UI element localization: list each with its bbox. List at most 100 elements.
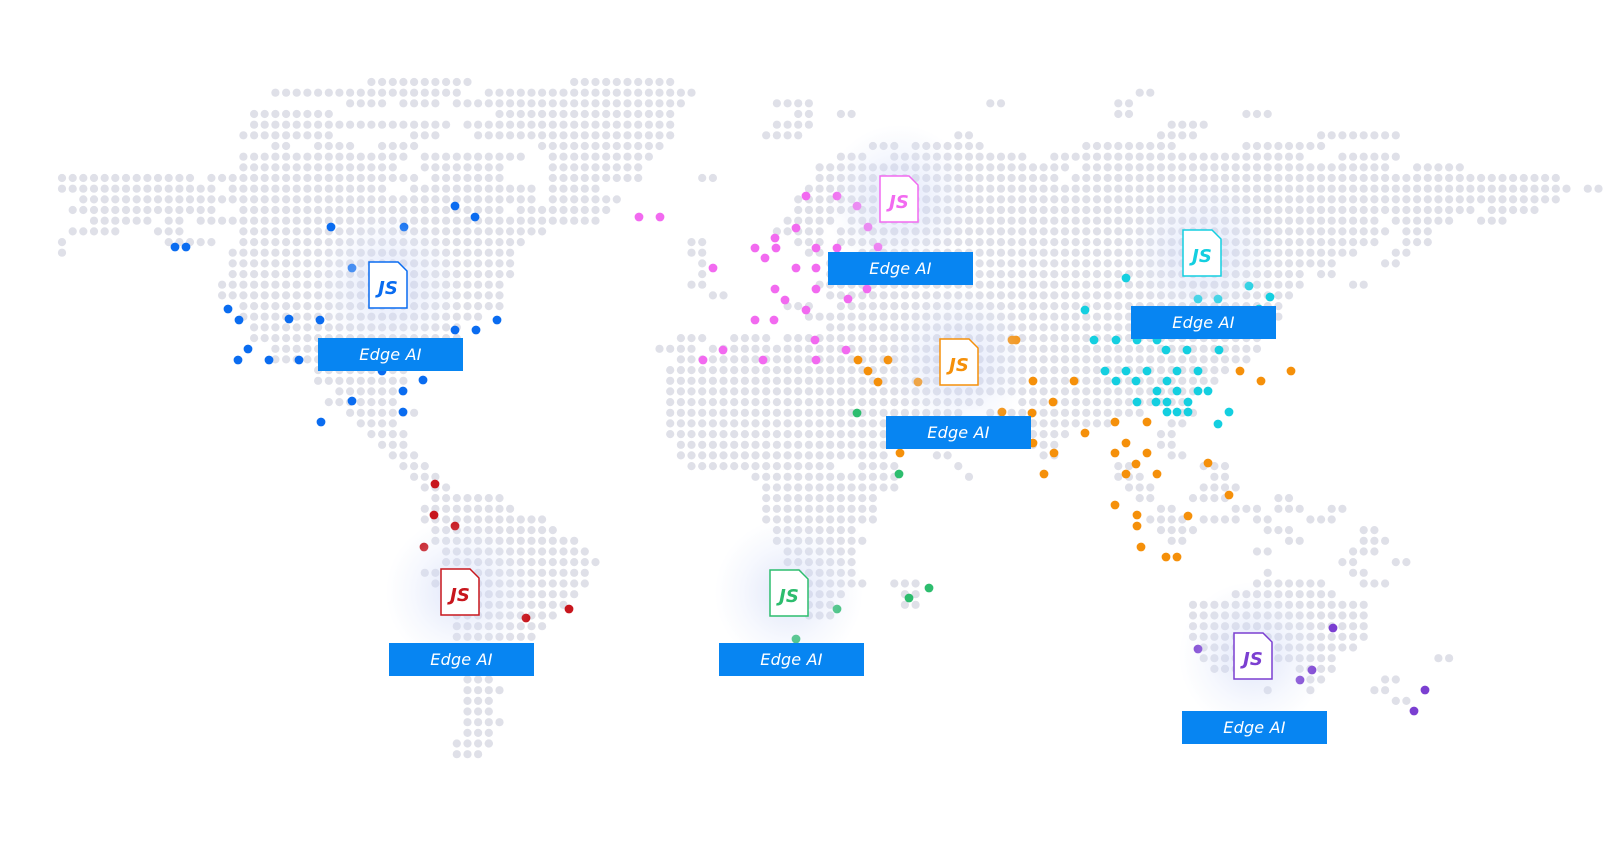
land-dot xyxy=(612,88,621,97)
land-dot xyxy=(271,280,280,289)
land-dot xyxy=(324,163,333,172)
land-dot xyxy=(1039,387,1048,396)
land-dot xyxy=(847,387,856,396)
land-dot xyxy=(410,99,419,108)
land-dot xyxy=(1050,248,1059,257)
land-dot xyxy=(324,141,333,151)
land-dot xyxy=(1487,184,1496,193)
land-dot xyxy=(1295,238,1304,247)
land-dot xyxy=(367,205,376,215)
land-dot xyxy=(666,366,675,375)
land-dot xyxy=(932,163,942,172)
land-dot xyxy=(975,227,984,236)
land-dot xyxy=(1220,654,1230,663)
land-dot xyxy=(794,355,803,364)
land-dot xyxy=(1263,216,1272,225)
land-dot xyxy=(1284,238,1294,247)
land-dot xyxy=(1349,227,1358,236)
land-dot xyxy=(740,376,750,385)
land-dot xyxy=(1199,152,1208,161)
land-dot xyxy=(410,312,419,321)
land-dot xyxy=(548,195,557,204)
land-dot xyxy=(495,622,504,631)
node-dot-east-asia xyxy=(1193,366,1203,376)
land-dot xyxy=(356,163,365,172)
land-dot xyxy=(548,205,557,215)
land-dot xyxy=(292,173,301,183)
land-dot xyxy=(676,366,686,375)
land-dot xyxy=(666,77,675,87)
land-dot xyxy=(698,440,707,449)
land-dot xyxy=(1082,270,1091,279)
land-dot xyxy=(1071,152,1080,161)
land-dot xyxy=(527,632,536,641)
land-dot xyxy=(602,109,611,119)
js-file-icon: JS xyxy=(879,175,919,223)
land-dot xyxy=(474,504,483,513)
land-dot xyxy=(1167,451,1176,460)
land-dot xyxy=(474,675,483,684)
land-dot xyxy=(516,547,525,556)
land-dot xyxy=(815,515,824,524)
land-dot xyxy=(175,195,184,204)
land-dot xyxy=(858,238,867,247)
land-dot xyxy=(271,109,280,119)
land-dot xyxy=(1114,312,1123,321)
land-dot xyxy=(858,440,867,449)
land-dot xyxy=(943,387,952,396)
land-dot xyxy=(986,302,995,311)
land-dot xyxy=(250,238,259,247)
land-dot xyxy=(634,131,643,140)
land-dot xyxy=(1146,355,1155,364)
land-dot xyxy=(1060,376,1070,385)
land-dot xyxy=(922,152,931,161)
land-dot xyxy=(196,216,205,225)
land-dot xyxy=(762,366,771,375)
land-dot xyxy=(1167,270,1176,279)
land-dot xyxy=(858,195,867,204)
land-dot xyxy=(666,408,675,417)
world-dot-map xyxy=(57,77,1603,759)
land-dot xyxy=(1114,280,1123,289)
node-dot-south-america xyxy=(429,510,439,520)
land-dot xyxy=(239,238,248,247)
land-dot xyxy=(452,504,461,513)
land-dot xyxy=(1114,205,1123,215)
land-dot xyxy=(1050,227,1059,236)
land-dot xyxy=(1349,632,1358,641)
land-dot xyxy=(1498,216,1507,225)
land-dot xyxy=(452,270,461,279)
land-dot xyxy=(1349,248,1358,257)
land-dot xyxy=(1263,227,1272,236)
land-dot xyxy=(282,184,291,193)
land-dot xyxy=(356,248,365,257)
land-dot xyxy=(79,227,88,236)
land-dot xyxy=(804,536,814,545)
land-dot xyxy=(1039,163,1048,172)
land-dot xyxy=(89,227,99,236)
land-dot xyxy=(314,195,323,204)
land-dot xyxy=(1007,227,1016,236)
land-dot xyxy=(442,205,451,215)
land-dot xyxy=(868,430,878,439)
land-dot xyxy=(847,109,856,119)
land-dot xyxy=(1018,173,1027,183)
land-dot xyxy=(175,216,184,225)
land-dot xyxy=(1092,163,1102,172)
land-dot xyxy=(1338,205,1347,215)
land-dot xyxy=(516,184,525,193)
land-dot xyxy=(1306,515,1315,524)
land-dot xyxy=(1167,280,1176,289)
land-dot xyxy=(1252,227,1262,236)
node-dot-europe xyxy=(801,305,811,315)
land-dot xyxy=(591,184,600,193)
land-dot xyxy=(282,302,291,311)
land-dot xyxy=(687,387,696,396)
land-dot xyxy=(1487,216,1496,225)
land-dot xyxy=(836,515,846,524)
land-dot xyxy=(655,99,664,108)
land-dot xyxy=(570,536,579,545)
land-dot xyxy=(1252,259,1262,268)
land-dot xyxy=(1135,366,1144,375)
land-dot xyxy=(1114,398,1123,407)
